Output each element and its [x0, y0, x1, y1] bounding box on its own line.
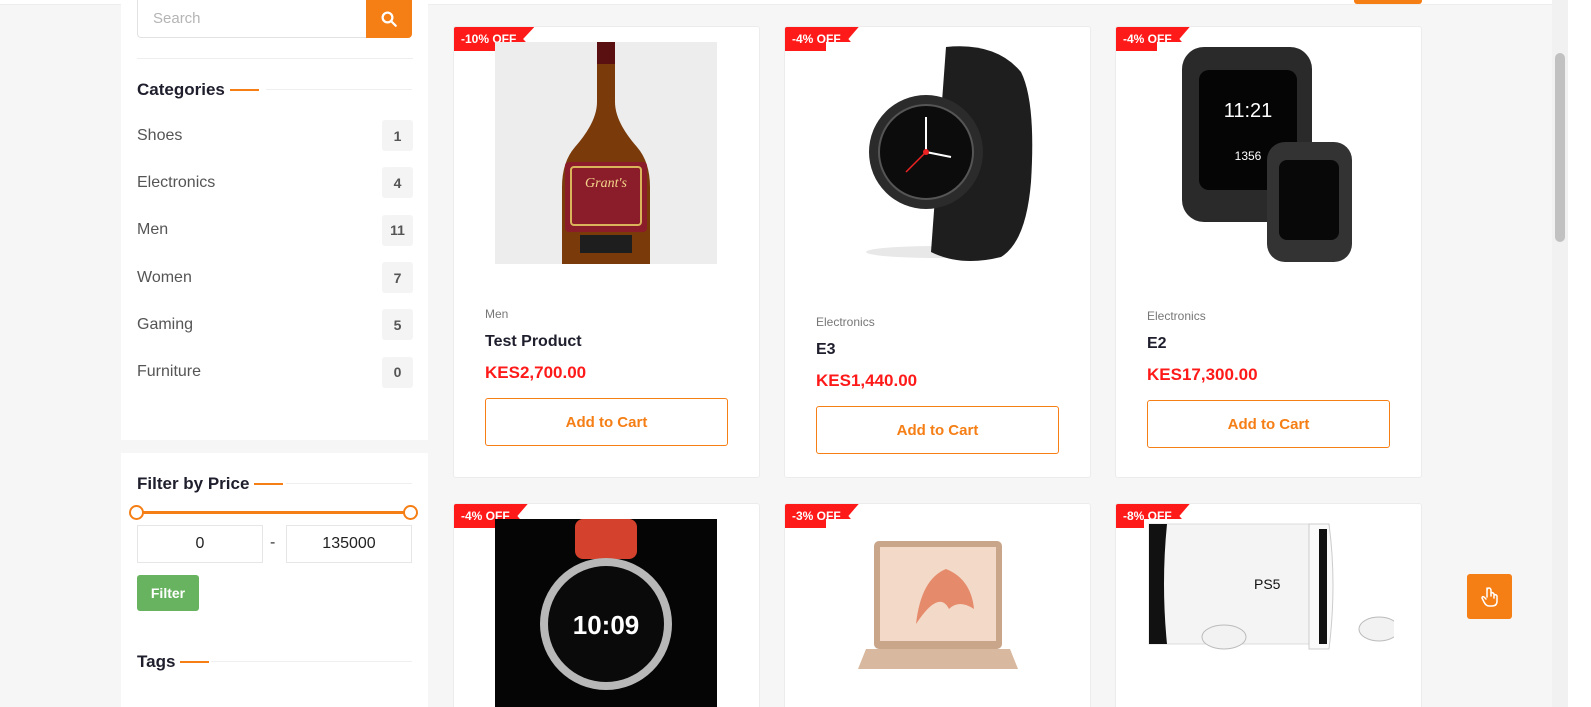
floating-action-button[interactable] — [1467, 574, 1512, 619]
divider — [137, 58, 413, 59]
slider-track — [135, 511, 413, 514]
product-card[interactable]: -4% OFF 10:09 — [453, 503, 760, 707]
category-count: 4 — [382, 167, 413, 199]
slider-min-handle[interactable] — [129, 505, 144, 520]
category-item-men[interactable]: Men 11 — [137, 207, 413, 254]
scrollbar-thumb[interactable] — [1552, 50, 1568, 245]
hand-pointer-icon — [1480, 586, 1498, 607]
title-underline — [266, 89, 412, 90]
min-price-input[interactable] — [137, 525, 263, 563]
add-to-cart-button[interactable]: Add to Cart — [1147, 400, 1390, 448]
product-card[interactable]: -4% OFF 11:21 1356 Electronics E2 KES17,… — [1115, 26, 1422, 478]
product-card[interactable]: -4% OFF Electronics E3 KES1,440.00 Add t… — [784, 26, 1091, 478]
product-name[interactable]: E2 — [1147, 335, 1167, 353]
category-list: Shoes 1 Electronics 4 Men 11 Women 7 Gam… — [137, 112, 413, 396]
category-count: 0 — [382, 356, 413, 388]
product-category[interactable]: Men — [485, 307, 508, 321]
category-label[interactable]: Shoes — [137, 127, 182, 145]
product-price: KES2,700.00 — [485, 363, 587, 382]
slider-max-handle[interactable] — [403, 505, 418, 520]
window-edge — [1568, 0, 1591, 707]
category-count: 1 — [382, 120, 413, 152]
product-name[interactable]: E3 — [816, 341, 836, 359]
watch-time-text: 10:09 — [573, 610, 640, 640]
max-price-input[interactable] — [286, 525, 412, 563]
watch-steps-text: 1356 — [1235, 149, 1262, 163]
product-image-sport-watch[interactable]: 10:09 — [495, 519, 717, 707]
product-image-rugged-smartwatch[interactable]: 11:21 1356 — [1157, 42, 1379, 264]
product-card[interactable]: -3% OFF — [784, 503, 1091, 707]
category-item-electronics[interactable]: Electronics 4 — [137, 159, 413, 206]
product-image-smartwatch[interactable] — [826, 42, 1048, 264]
title-accent-dash — [254, 483, 284, 485]
tags-title-text: Tags — [137, 652, 176, 671]
category-label[interactable]: Electronics — [137, 174, 215, 192]
category-label[interactable]: Women — [137, 269, 192, 287]
category-count: 11 — [382, 214, 413, 246]
filter-button[interactable]: Filter — [137, 575, 199, 611]
category-item-women[interactable]: Women 7 — [137, 254, 413, 301]
bottle-label-text: Grant's — [585, 176, 627, 191]
search-form — [137, 0, 412, 38]
product-price: KES1,440.00 — [816, 371, 918, 390]
filter-by-price-title: Filter by Price — [137, 474, 284, 494]
category-count: 5 — [382, 309, 413, 341]
product-category[interactable]: Electronics — [1147, 309, 1206, 323]
product-card[interactable]: -10% OFF Grant's Men Test Product KES2,7… — [453, 26, 760, 478]
add-to-cart-button[interactable]: Add to Cart — [485, 398, 728, 446]
filter-by-price-title-text: Filter by Price — [137, 474, 250, 493]
category-label[interactable]: Furniture — [137, 363, 201, 381]
product-category[interactable]: Electronics — [816, 315, 875, 329]
product-image-laptop[interactable] — [826, 519, 1048, 707]
category-item-furniture[interactable]: Furniture 0 — [137, 348, 413, 395]
console-box-logo: PS5 — [1254, 576, 1281, 592]
product-price: KES17,300.00 — [1147, 365, 1258, 384]
title-accent-dash — [229, 89, 259, 91]
header-cart-button-edge[interactable] — [1354, 0, 1422, 4]
categories-title-text: Categories — [137, 80, 225, 99]
category-item-gaming[interactable]: Gaming 5 — [137, 301, 413, 348]
tags-title: Tags — [137, 652, 210, 672]
watch-time-text: 11:21 — [1224, 100, 1273, 122]
product-image-game-console[interactable]: PS5 — [1144, 519, 1394, 707]
title-underline — [286, 483, 412, 484]
search-button[interactable] — [366, 0, 412, 38]
category-item-shoes[interactable]: Shoes 1 — [137, 112, 413, 159]
price-range-slider[interactable] — [129, 505, 418, 520]
add-to-cart-button[interactable]: Add to Cart — [816, 406, 1059, 454]
product-card[interactable]: -8% OFF PS5 — [1115, 503, 1422, 707]
category-count: 7 — [382, 262, 413, 294]
product-name[interactable]: Test Product — [485, 333, 582, 351]
title-accent-dash — [180, 661, 210, 663]
search-input[interactable] — [137, 0, 367, 38]
price-separator: - — [270, 534, 276, 551]
category-label[interactable]: Men — [137, 221, 168, 239]
product-image-whisky-bottle[interactable]: Grant's — [495, 42, 717, 264]
category-label[interactable]: Gaming — [137, 316, 193, 334]
categories-title: Categories — [137, 80, 259, 100]
title-underline — [211, 661, 412, 662]
search-icon — [381, 11, 397, 27]
